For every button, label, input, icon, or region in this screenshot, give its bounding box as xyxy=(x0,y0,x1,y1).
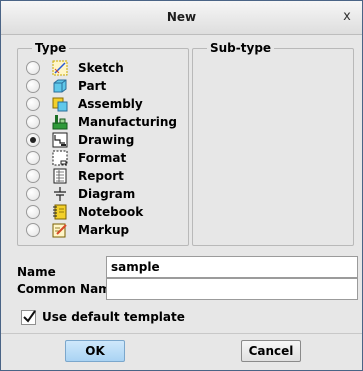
assembly-icon xyxy=(52,96,68,112)
type-option-notebook[interactable]: Notebook xyxy=(26,203,176,221)
type-label-manufacturing: Manufacturing xyxy=(78,115,177,129)
type-label-markup: Markup xyxy=(78,223,130,237)
radio-assembly[interactable] xyxy=(26,97,40,111)
common-name-input[interactable] xyxy=(106,278,358,300)
radio-diagram[interactable] xyxy=(26,187,40,201)
type-label-format: Format xyxy=(78,151,127,165)
type-option-report[interactable]: Report xyxy=(26,167,176,185)
radio-notebook[interactable] xyxy=(26,205,40,219)
type-option-part[interactable]: Part xyxy=(26,77,176,95)
report-icon xyxy=(52,168,68,184)
radio-sketch[interactable] xyxy=(26,61,40,75)
checkmark-icon xyxy=(23,309,36,323)
radio-manufacturing[interactable] xyxy=(26,115,40,129)
close-icon[interactable]: x xyxy=(340,10,354,24)
title-bar[interactable]: New x xyxy=(1,1,362,35)
radio-report[interactable] xyxy=(26,169,40,183)
markup-icon xyxy=(52,222,68,238)
type-group: Type Sketch Part Assembly Manufacturing … xyxy=(17,41,189,246)
type-option-markup[interactable]: Markup xyxy=(26,221,176,239)
ok-button[interactable]: OK xyxy=(65,340,125,362)
new-dialog: New x Type Sketch Part Assembly Manufact… xyxy=(0,0,363,371)
name-input[interactable] xyxy=(106,256,358,278)
part-icon xyxy=(52,78,68,94)
type-label-assembly: Assembly xyxy=(78,97,143,111)
format-icon xyxy=(52,150,68,166)
subtype-group: Sub-type xyxy=(192,41,354,246)
type-option-format[interactable]: Format xyxy=(26,149,176,167)
use-default-template-label: Use default template xyxy=(42,310,185,324)
type-option-manufacturing[interactable]: Manufacturing xyxy=(26,113,177,131)
diagram-icon xyxy=(52,186,68,202)
type-group-label: Type xyxy=(32,41,70,55)
radio-part[interactable] xyxy=(26,79,40,93)
use-default-template-option[interactable]: Use default template xyxy=(21,309,185,325)
type-option-assembly[interactable]: Assembly xyxy=(26,95,176,113)
button-bar: OK Cancel xyxy=(1,333,362,370)
type-option-sketch[interactable]: Sketch xyxy=(26,59,176,77)
common-name-label: Common Name xyxy=(17,282,119,296)
type-label-report: Report xyxy=(78,169,124,183)
type-label-part: Part xyxy=(78,79,107,93)
use-default-template-checkbox[interactable] xyxy=(21,309,36,325)
radio-format[interactable] xyxy=(26,151,40,165)
manufacturing-icon xyxy=(52,114,68,130)
drawing-icon xyxy=(52,132,68,148)
type-option-diagram[interactable]: Diagram xyxy=(26,185,176,203)
notebook-icon xyxy=(52,204,68,220)
type-label-diagram: Diagram xyxy=(78,187,136,201)
radio-drawing[interactable] xyxy=(26,133,40,147)
radio-markup[interactable] xyxy=(26,223,40,237)
subtype-group-label: Sub-type xyxy=(207,41,275,55)
dialog-title: New xyxy=(166,10,197,24)
type-option-drawing[interactable]: Drawing xyxy=(26,131,176,149)
type-label-drawing: Drawing xyxy=(78,133,135,147)
name-label: Name xyxy=(17,265,56,279)
sketch-icon xyxy=(52,60,68,76)
type-label-notebook: Notebook xyxy=(78,205,144,219)
type-label-sketch: Sketch xyxy=(78,61,124,75)
cancel-button[interactable]: Cancel xyxy=(241,340,301,362)
